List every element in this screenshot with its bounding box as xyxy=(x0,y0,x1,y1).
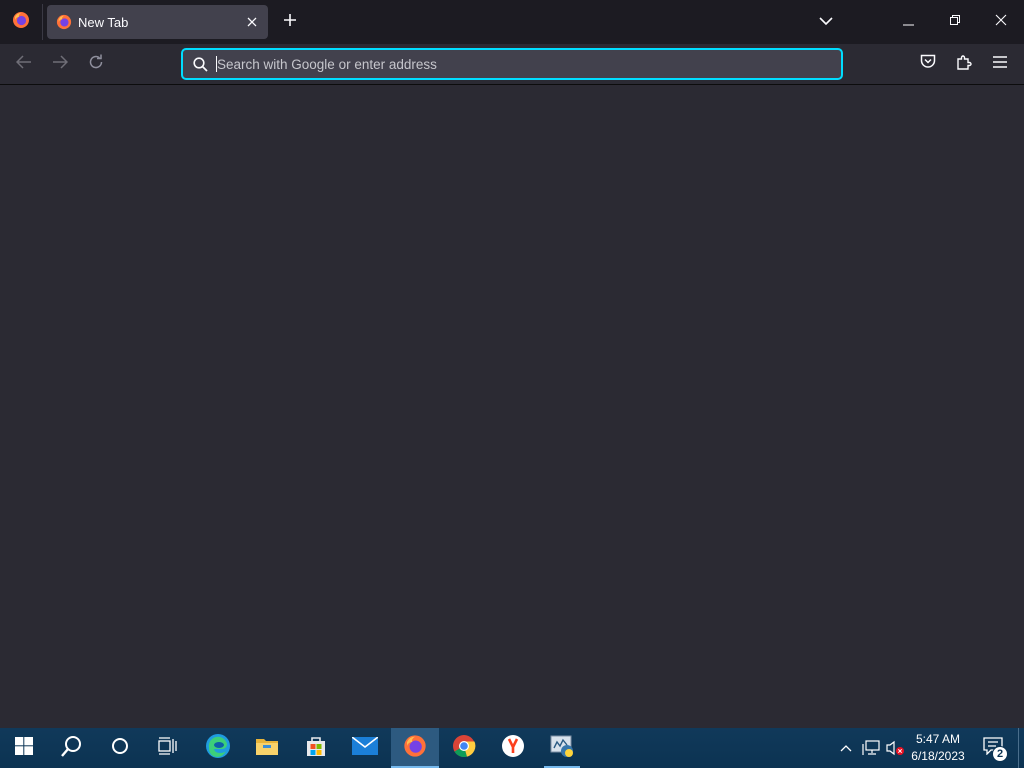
pocket-icon xyxy=(920,54,936,74)
search-icon xyxy=(185,56,215,72)
list-all-tabs-button[interactable] xyxy=(812,8,840,36)
taskbar-yandex[interactable] xyxy=(489,728,537,768)
firefox-icon xyxy=(403,734,427,763)
url-input[interactable] xyxy=(215,52,841,76)
search-icon xyxy=(61,735,83,762)
extensions-button[interactable] xyxy=(949,49,979,79)
task-view-button[interactable] xyxy=(144,728,192,768)
windows-taskbar: 5:47 AM 6/18/2023 2 xyxy=(0,728,1024,768)
plus-icon xyxy=(283,13,297,32)
clock-time: 5:47 AM xyxy=(915,732,961,746)
yandex-icon xyxy=(501,734,525,763)
page-content xyxy=(0,86,1024,728)
system-clock[interactable]: 5:47 AM 6/18/2023 xyxy=(906,731,970,765)
minimize-icon xyxy=(903,13,915,31)
reload-button[interactable] xyxy=(81,49,111,79)
taskbar-mail[interactable] xyxy=(341,728,389,768)
address-bar[interactable] xyxy=(181,48,843,80)
taskbar-file-explorer[interactable] xyxy=(243,728,291,768)
chrome-icon xyxy=(452,734,476,763)
show-desktop-button[interactable] xyxy=(1018,728,1024,768)
navigation-toolbar xyxy=(0,44,1024,85)
restore-button[interactable] xyxy=(932,0,978,44)
start-button[interactable] xyxy=(0,728,48,768)
hamburger-menu-icon xyxy=(993,55,1007,73)
notification-count-badge: 2 xyxy=(992,746,1008,762)
new-tab-button[interactable] xyxy=(276,8,304,36)
show-hidden-icons-chevron-up-icon[interactable] xyxy=(836,738,856,758)
firefox-view-button[interactable] xyxy=(0,0,42,44)
tab-separator xyxy=(42,4,43,40)
restore-icon xyxy=(949,13,961,31)
action-center-button[interactable]: 2 xyxy=(978,734,1008,762)
chevron-down-icon xyxy=(819,13,833,31)
volume-muted-icon[interactable] xyxy=(885,738,905,758)
close-icon xyxy=(995,13,1007,31)
taskbar-store[interactable] xyxy=(292,728,340,768)
edge-icon xyxy=(205,733,231,764)
folder-icon xyxy=(255,736,279,761)
mail-icon xyxy=(351,735,379,760)
python-app-icon xyxy=(549,734,575,763)
close-tab-icon[interactable] xyxy=(244,14,260,30)
firefox-favicon-icon xyxy=(56,14,72,30)
tab-title: New Tab xyxy=(78,14,129,30)
arrow-right-icon xyxy=(52,54,69,74)
taskbar-python-app[interactable] xyxy=(538,728,586,768)
cortana-button[interactable] xyxy=(96,728,144,768)
text-caret xyxy=(216,56,217,72)
clock-date: 6/18/2023 xyxy=(911,749,965,763)
reload-icon xyxy=(88,54,104,75)
network-icon[interactable] xyxy=(861,738,881,758)
forward-button[interactable] xyxy=(45,49,75,79)
firefox-icon xyxy=(12,11,30,34)
pocket-button[interactable] xyxy=(913,49,943,79)
taskbar-edge[interactable] xyxy=(194,728,242,768)
tab-new-tab[interactable]: New Tab xyxy=(47,5,268,39)
store-icon xyxy=(304,734,328,763)
tab-strip: New Tab xyxy=(0,0,1024,44)
task-view-icon xyxy=(158,736,178,760)
minimize-button[interactable] xyxy=(886,0,932,44)
app-menu-button[interactable] xyxy=(985,49,1015,79)
taskbar-search-button[interactable] xyxy=(48,728,96,768)
puzzle-icon xyxy=(956,54,972,75)
close-window-button[interactable] xyxy=(978,0,1024,44)
arrow-left-icon xyxy=(15,54,32,74)
cortana-circle-icon xyxy=(111,737,129,760)
taskbar-firefox[interactable] xyxy=(391,728,439,768)
back-button[interactable] xyxy=(9,49,39,79)
windows-logo-icon xyxy=(15,736,33,760)
taskbar-chrome[interactable] xyxy=(440,728,488,768)
